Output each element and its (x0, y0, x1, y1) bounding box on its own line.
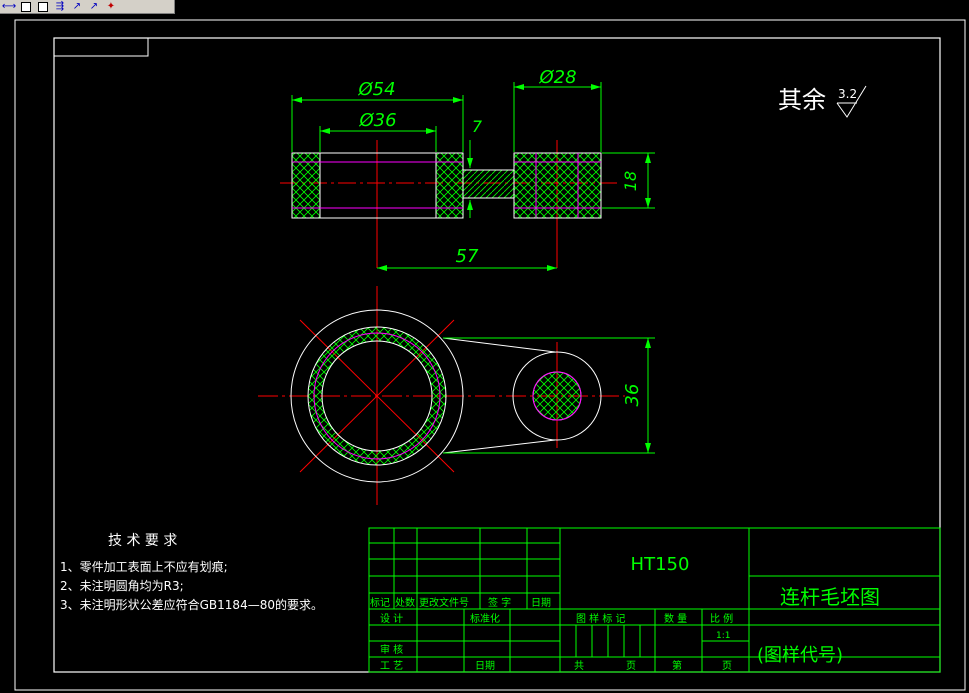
rectangle-icon[interactable] (36, 1, 50, 13)
tech-item-1: 1、零件加工表面上不应有划痕; (60, 559, 228, 574)
qty-label: 数 量 (664, 612, 687, 625)
design-label: 设 计 (380, 612, 403, 625)
tech-title: 技 术 要 求 (108, 533, 177, 549)
tech-item-2: 2、未注明圆角均为R3; (60, 578, 184, 593)
inner-border (53, 37, 941, 673)
rev-sign: 签 字 (488, 596, 511, 609)
rev-doc: 更改文件号 (419, 596, 469, 609)
corner-box (53, 37, 149, 57)
drawing-number: (图样代号) (757, 645, 843, 666)
roughness-note: 其余 3.2 (778, 85, 867, 118)
mirror-icon[interactable]: ✦ (104, 1, 118, 13)
dim-h36: 36 (622, 384, 643, 407)
technical-requirements: 技 术 要 求 1、零件加工表面上不应有划痕; 2、未注明圆角均为R3; 3、未… (60, 533, 323, 612)
dim-d28: Ø28 (538, 67, 576, 88)
tech-item-3: 3、未注明形状公差应符合GB1184—80的要求。 (60, 597, 323, 612)
scale-value: 1:1 (716, 631, 730, 641)
roughness-value: 3.2 (838, 87, 857, 101)
dim-d54: Ø54 (357, 79, 395, 100)
sheet-label: 第 (672, 659, 682, 672)
rev-date: 日期 (531, 597, 551, 609)
toolbar: ⟷ ⇶ ↗ ↗ ✦ (0, 0, 175, 14)
dim-h18: 18 (621, 171, 640, 191)
part-name: 连杆毛坯图 (780, 585, 880, 609)
dimension-linear-icon[interactable]: ⟷ (2, 1, 16, 13)
date-label: 日期 (475, 660, 495, 672)
standardize-label: 标准化 (470, 612, 500, 625)
dimension-baseline-icon[interactable]: ⇶ (53, 1, 67, 13)
process-label: 工 艺 (380, 660, 403, 672)
dim-l57: 57 (456, 246, 479, 267)
rectangle-icon[interactable] (19, 1, 33, 13)
front-section-view (280, 140, 620, 268)
arrow-icon[interactable]: ↗ (70, 1, 84, 13)
scale-label: 比 例 (710, 612, 733, 625)
dim-w7: 7 (472, 117, 483, 136)
roughness-label: 其余 (778, 86, 826, 114)
top-view: 36 (258, 286, 655, 505)
page2-label: 页 (722, 660, 732, 672)
rev-mark: 标记 (370, 597, 390, 609)
page-label: 页 (626, 660, 636, 672)
rev-count: 处数 (395, 596, 415, 609)
mark-label: 图 样 标 记 (576, 612, 626, 625)
cad-drawing: Ø54 Ø36 Ø28 7 18 57 其余 3.2 36 技 术 要 求 1、… (14, 19, 966, 691)
total-label: 共 (574, 660, 584, 672)
material-label: HT150 (631, 554, 690, 575)
dim-d36: Ø36 (358, 110, 396, 131)
arrow-icon[interactable]: ↗ (87, 1, 101, 13)
review-label: 审 核 (380, 643, 403, 656)
title-block-text: HT150 连杆毛坯图 (图样代号) 标记 处数 更改文件号 签 字 日期 设 … (370, 554, 880, 672)
